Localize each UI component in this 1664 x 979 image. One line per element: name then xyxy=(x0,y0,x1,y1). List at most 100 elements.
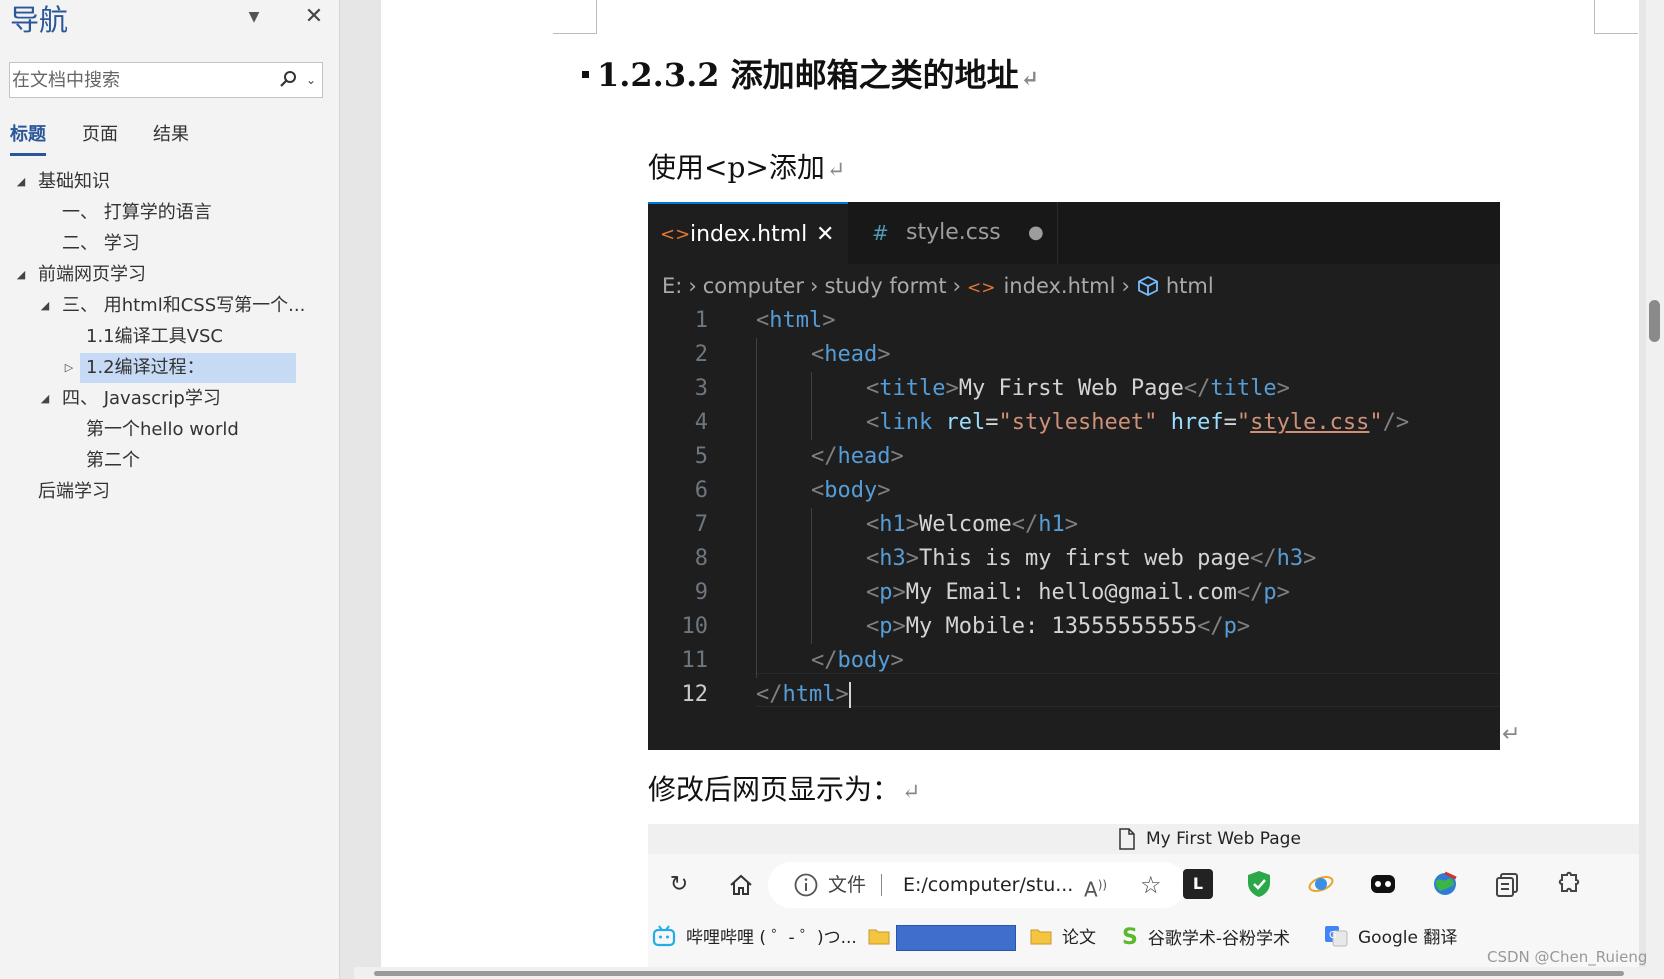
breadcrumb-symbol[interactable]: html xyxy=(1166,274,1214,298)
tree-item[interactable]: ◢ 三、 用html和CSS写第一个... xyxy=(0,291,330,321)
tree-item[interactable]: ◢ 四、 Javascrip学习 xyxy=(0,384,330,414)
address-bar[interactable]: 文件 E:/computer/stu... A)) ☆ xyxy=(768,862,1186,908)
vscode-screenshot-image[interactable]: <> index.html ✕ # style.css ● E: › compute… xyxy=(648,202,1500,750)
browser-toolbar: ↻ 文件 E:/computer/stu... A)) ☆ L xyxy=(648,854,1639,916)
tab-headings[interactable]: 标题 xyxy=(10,120,46,156)
vertical-scroll-thumb[interactable] xyxy=(1649,300,1660,342)
info-icon[interactable] xyxy=(792,871,820,899)
nav-options-chevron-icon[interactable]: ▼ xyxy=(242,6,266,28)
close-tab-icon[interactable]: ✕ xyxy=(816,204,834,266)
breadcrumb-drive[interactable]: E: xyxy=(662,274,682,298)
close-icon[interactable]: ✕ xyxy=(302,4,326,30)
code-token: link xyxy=(879,410,933,435)
paragraph-result[interactable]: 修改后网页显示为：↵ xyxy=(648,768,920,808)
address-scheme-label: 文件 xyxy=(828,874,867,896)
code-line[interactable]: 7 <h1>Welcome</h1> xyxy=(648,508,1500,542)
read-aloud-icon[interactable]: A)) xyxy=(1084,862,1107,913)
address-divider xyxy=(881,874,882,896)
home-icon[interactable] xyxy=(724,868,758,902)
code-token: = xyxy=(985,410,999,435)
line-number: 7 xyxy=(694,512,708,537)
line-number: 10 xyxy=(681,614,709,639)
horizontal-scroll-thumb[interactable] xyxy=(374,971,1624,976)
code-text: <head> xyxy=(811,338,890,372)
tree-item[interactable]: ▷ 1.2编译过程： xyxy=(65,353,296,383)
extension-ie-icon[interactable] xyxy=(1306,869,1336,899)
code-line[interactable]: 5 </head> xyxy=(648,440,1500,474)
crop-mark-right xyxy=(1594,0,1638,34)
favorite-bilibili[interactable]: 哔哩哔哩 ( ゜- ゜)つ... xyxy=(652,916,857,960)
code-line[interactable]: 6 <body> xyxy=(648,474,1500,508)
vertical-scrollbar[interactable] xyxy=(1646,0,1664,979)
tree-item[interactable]: 二、 学习 xyxy=(0,229,330,259)
line-number: 12 xyxy=(681,682,709,707)
tree-item[interactable]: ◢ 前端网页学习 xyxy=(0,260,330,290)
code-line[interactable]: 3 <title>My First Web Page</title> xyxy=(648,372,1500,406)
html-file-icon: <> xyxy=(660,224,691,245)
tree-item[interactable]: 1.1编译工具VSC xyxy=(0,322,330,352)
search-icon[interactable] xyxy=(278,69,298,91)
breadcrumb-folder[interactable]: study formt xyxy=(824,274,946,298)
chevron-right-icon: › xyxy=(688,274,697,298)
bilibili-icon xyxy=(652,925,676,947)
code-line[interactable]: 2 <head> xyxy=(648,338,1500,372)
tree-item[interactable]: 一、 打算学的语言 xyxy=(0,198,330,228)
code-line[interactable]: 12 </html> xyxy=(648,678,1500,712)
chevron-down-icon[interactable]: ⌄ xyxy=(306,71,320,89)
code-token: body xyxy=(824,478,878,503)
code-token: < xyxy=(756,308,770,333)
horizontal-scrollbar[interactable] xyxy=(354,967,1646,979)
expanded-triangle-icon[interactable]: ◢ xyxy=(14,167,28,197)
tree-item[interactable]: 第二个 xyxy=(0,446,330,476)
tab-index-html[interactable]: <> index.html ✕ xyxy=(648,202,848,264)
tree-item[interactable]: 第一个hello world xyxy=(0,415,330,445)
code-token: h1 xyxy=(1038,512,1065,537)
refresh-icon[interactable]: ↻ xyxy=(662,868,696,902)
favorite-star-icon[interactable]: ☆ xyxy=(1140,862,1162,908)
extension-mask-icon[interactable] xyxy=(1368,869,1398,899)
extension-shield-icon[interactable] xyxy=(1244,869,1274,899)
tree-item[interactable]: 后端学习 xyxy=(0,477,330,507)
favorite-google-translate[interactable]: G Google 翻译 xyxy=(1324,916,1457,960)
code-token: </ xyxy=(1183,376,1211,401)
favorite-scholar[interactable]: S 谷歌学术-谷粉学术 xyxy=(1122,916,1290,960)
document-heading[interactable]: 1.2.3.2 添加邮箱之类的地址↵ xyxy=(582,50,1039,96)
line-number: 1 xyxy=(694,308,708,333)
favorite-folder-papers[interactable]: 论文 xyxy=(1030,916,1096,960)
code-line[interactable]: 8 <h3>This is my first web page</h3> xyxy=(648,542,1500,576)
unsaved-dot-icon[interactable]: ● xyxy=(1028,202,1044,264)
favorite-label: 谷歌学术-谷粉学术 xyxy=(1147,929,1290,949)
code-text: <p>My Email: hello@gmail.com</p> xyxy=(866,576,1290,610)
extensions-puzzle-icon[interactable] xyxy=(1554,869,1584,899)
tree-item-label: 第二个 xyxy=(86,450,140,471)
expanded-triangle-icon[interactable]: ◢ xyxy=(38,291,52,321)
tab-label: index.html xyxy=(690,222,808,247)
breadcrumb-folder[interactable]: computer xyxy=(703,274,804,298)
code-line[interactable]: 4 <link rel="stylesheet" href="style.css"… xyxy=(648,406,1500,440)
tab-results[interactable]: 结果 xyxy=(153,120,189,156)
tab-pages[interactable]: 页面 xyxy=(82,120,118,156)
address-url[interactable]: E:/computer/stu... xyxy=(903,862,1073,908)
code-token: </ xyxy=(811,648,838,673)
code-line[interactable]: 9 <p>My Email: hello@gmail.com</p> xyxy=(648,576,1500,610)
tab-style-css[interactable]: # style.css ● xyxy=(848,202,1058,264)
tree-item[interactable]: ◢ 基础知识 xyxy=(0,167,330,197)
favorite-folder-redacted[interactable] xyxy=(868,916,1016,960)
expanded-triangle-icon[interactable]: ◢ xyxy=(38,384,52,414)
collapsed-triangle-icon[interactable]: ▷ xyxy=(62,353,76,383)
code-line[interactable]: 10 <p>My Mobile: 13555555555</p> xyxy=(648,610,1500,644)
breadcrumb-file[interactable]: index.html xyxy=(1003,274,1115,298)
code-line[interactable]: 1 <html> xyxy=(648,304,1500,338)
collections-icon[interactable] xyxy=(1492,869,1522,899)
paragraph-use-p[interactable]: 使用<p>添加↵ xyxy=(648,146,845,186)
line-number: 5 xyxy=(694,444,708,469)
code-token: > xyxy=(877,478,891,503)
extension-l-icon[interactable]: L xyxy=(1183,869,1213,899)
code-line[interactable]: 11 </body> xyxy=(648,644,1500,678)
extension-globe-icon[interactable] xyxy=(1430,869,1460,899)
search-input[interactable] xyxy=(12,66,270,94)
tree-item-label: 后端学习 xyxy=(38,481,110,502)
expanded-triangle-icon[interactable]: ◢ xyxy=(14,260,28,290)
tree-item-label: 前端网页学习 xyxy=(38,264,146,285)
